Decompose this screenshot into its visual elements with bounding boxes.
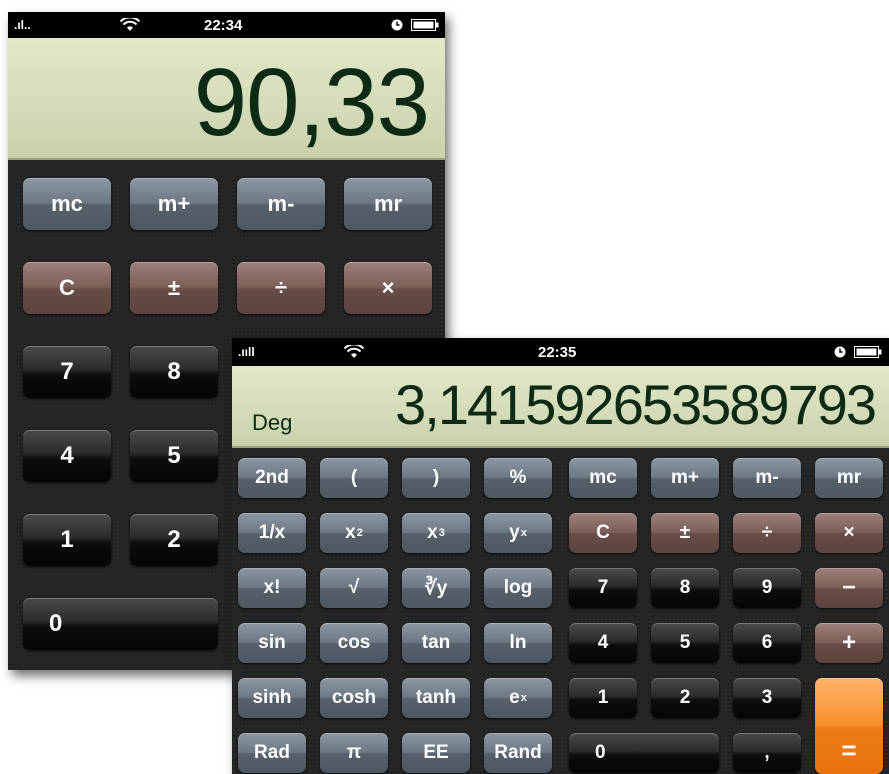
digit-2-button[interactable]: 2 bbox=[130, 514, 218, 566]
square-root-button[interactable]: √ bbox=[320, 568, 388, 608]
close-paren-button[interactable]: ) bbox=[402, 458, 470, 498]
digit-1-button[interactable]: 1 bbox=[23, 514, 111, 566]
cos-button[interactable]: cos bbox=[320, 623, 388, 663]
battery-icon bbox=[854, 338, 882, 366]
power-button[interactable]: yx bbox=[484, 513, 552, 553]
digit-4-button[interactable]: 4 bbox=[569, 623, 637, 663]
second-function-button[interactable]: 2nd bbox=[238, 458, 306, 498]
rand-button[interactable]: Rand bbox=[484, 733, 552, 773]
wifi-icon bbox=[344, 338, 364, 366]
tanh-button[interactable]: tanh bbox=[402, 678, 470, 718]
display-panel: Deg 3,141592653589793 bbox=[232, 366, 889, 448]
signal-strength: .ıl.. bbox=[14, 18, 31, 32]
m-minus-button[interactable]: m- bbox=[237, 178, 325, 230]
ln-button[interactable]: ln bbox=[484, 623, 552, 663]
reciprocal-button[interactable]: 1/x bbox=[238, 513, 306, 553]
status-time: 22:34 bbox=[204, 16, 243, 34]
landscape-calculator: .ııll 22:35 Deg 3,141592653589793 2nd ( … bbox=[232, 338, 889, 774]
mc-button[interactable]: mc bbox=[569, 458, 637, 498]
digit-3-button[interactable]: 3 bbox=[733, 678, 801, 718]
subtract-button[interactable]: − bbox=[815, 568, 883, 608]
pi-button[interactable]: π bbox=[320, 733, 388, 773]
equals-button[interactable]: = bbox=[815, 678, 883, 774]
digit-7-button[interactable]: 7 bbox=[569, 568, 637, 608]
digit-4-button[interactable]: 4 bbox=[23, 430, 111, 482]
digit-5-button[interactable]: 5 bbox=[130, 430, 218, 482]
divide-button[interactable]: ÷ bbox=[733, 513, 801, 553]
digit-1-button[interactable]: 1 bbox=[569, 678, 637, 718]
digit-6-button[interactable]: 6 bbox=[733, 623, 801, 663]
digit-5-button[interactable]: 5 bbox=[651, 623, 719, 663]
clock-icon bbox=[391, 12, 403, 38]
percent-button[interactable]: % bbox=[484, 458, 552, 498]
display-value: 90,33 bbox=[193, 49, 430, 156]
display-panel: 90,33 bbox=[8, 38, 445, 160]
exp-button[interactable]: ex bbox=[484, 678, 552, 718]
digit-2-button[interactable]: 2 bbox=[651, 678, 719, 718]
ee-button[interactable]: EE bbox=[402, 733, 470, 773]
plus-minus-button[interactable]: ± bbox=[130, 262, 218, 314]
square-button[interactable]: x2 bbox=[320, 513, 388, 553]
multiply-button[interactable]: × bbox=[815, 513, 883, 553]
digit-7-button[interactable]: 7 bbox=[23, 346, 111, 398]
battery-icon bbox=[411, 12, 439, 38]
log-button[interactable]: log bbox=[484, 568, 552, 608]
digit-0-button[interactable]: 0 bbox=[23, 598, 218, 650]
clear-button[interactable]: C bbox=[569, 513, 637, 553]
plus-minus-button[interactable]: ± bbox=[651, 513, 719, 553]
clock-icon bbox=[834, 338, 846, 366]
x-root-y-button[interactable]: ∛y bbox=[402, 568, 470, 608]
decimal-comma-button[interactable]: , bbox=[733, 733, 801, 773]
open-paren-button[interactable]: ( bbox=[320, 458, 388, 498]
digit-8-button[interactable]: 8 bbox=[651, 568, 719, 608]
angle-mode-indicator: Deg bbox=[252, 410, 293, 435]
mr-button[interactable]: mr bbox=[344, 178, 432, 230]
mr-button[interactable]: mr bbox=[815, 458, 883, 498]
sinh-button[interactable]: sinh bbox=[238, 678, 306, 718]
multiply-button[interactable]: × bbox=[344, 262, 432, 314]
status-bar: .ıl.. 22:34 bbox=[8, 12, 445, 38]
signal-strength: .ııll bbox=[238, 345, 255, 359]
m-plus-button[interactable]: m+ bbox=[130, 178, 218, 230]
cube-button[interactable]: x3 bbox=[402, 513, 470, 553]
status-bar: .ııll 22:35 bbox=[232, 338, 889, 366]
mc-button[interactable]: mc bbox=[23, 178, 111, 230]
digit-8-button[interactable]: 8 bbox=[130, 346, 218, 398]
clear-button[interactable]: C bbox=[23, 262, 111, 314]
keypad: 2nd ( ) % mc m+ m- mr 1/x x2 x3 yx C ± ÷… bbox=[232, 448, 889, 774]
cosh-button[interactable]: cosh bbox=[320, 678, 388, 718]
wifi-icon bbox=[120, 12, 140, 38]
tan-button[interactable]: tan bbox=[402, 623, 470, 663]
divide-button[interactable]: ÷ bbox=[237, 262, 325, 314]
m-minus-button[interactable]: m- bbox=[733, 458, 801, 498]
add-button[interactable]: + bbox=[815, 623, 883, 663]
digit-0-button[interactable]: 0 bbox=[569, 733, 719, 773]
display-value: 3,141592653589793 bbox=[395, 373, 877, 436]
m-plus-button[interactable]: m+ bbox=[651, 458, 719, 498]
sin-button[interactable]: sin bbox=[238, 623, 306, 663]
digit-9-button[interactable]: 9 bbox=[733, 568, 801, 608]
rad-button[interactable]: Rad bbox=[238, 733, 306, 773]
status-time: 22:35 bbox=[538, 343, 577, 361]
factorial-button[interactable]: x! bbox=[238, 568, 306, 608]
